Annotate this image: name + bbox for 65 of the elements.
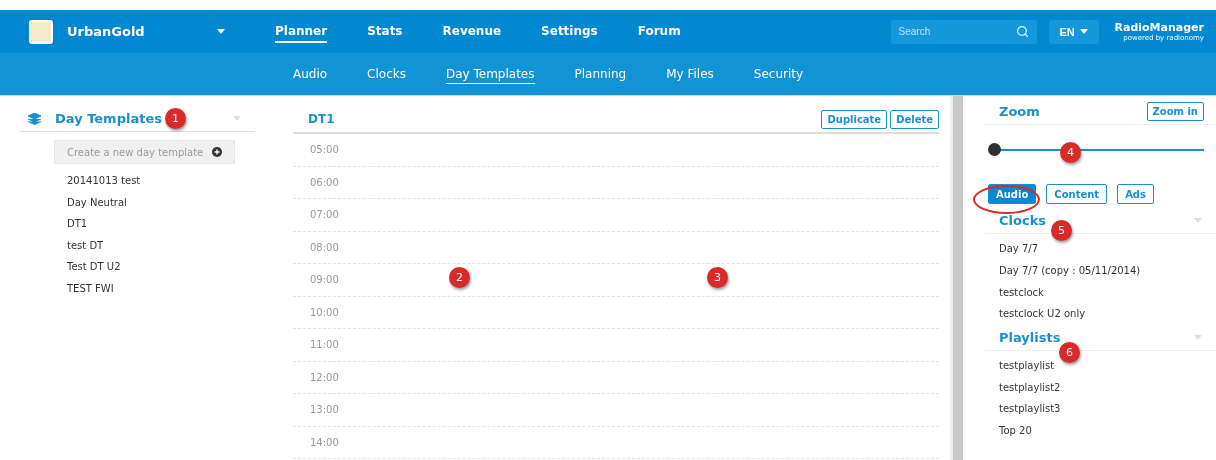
template-item[interactable]: 20141013 test — [20, 170, 255, 192]
filter-tab[interactable]: Ads — [1117, 184, 1154, 204]
sub-nav-tab[interactable]: Audio — [293, 64, 328, 84]
hour-label: 12:00 — [310, 371, 339, 383]
nav-tab[interactable]: Stats — [367, 20, 403, 43]
layers-icon — [28, 112, 41, 125]
scrollbar[interactable] — [950, 96, 963, 460]
nav-tab[interactable]: Revenue — [442, 20, 502, 43]
clock-item[interactable]: Day 7/7 (copy : 05/11/2014) — [999, 259, 1141, 282]
section-title: Day Templates — [55, 111, 162, 126]
callout-badge: 2 — [449, 267, 470, 288]
sub-nav-tab[interactable]: My Files — [666, 64, 714, 84]
sub-nav-tab[interactable]: Clocks — [367, 64, 406, 84]
filter-tab[interactable]: Audio — [988, 184, 1037, 204]
template-item[interactable]: Day Neutral — [20, 191, 255, 213]
nav-tab[interactable]: Settings — [541, 20, 598, 43]
caret-icon[interactable] — [217, 29, 225, 34]
template-title: DT1 — [308, 112, 336, 126]
hour-label: 07:00 — [310, 209, 339, 221]
clock-item[interactable]: Day 7/7 — [999, 238, 1039, 260]
create-template-button[interactable]: Create a new day template — [54, 140, 235, 164]
brand-name: RadioManager — [1114, 21, 1204, 34]
station-logo — [29, 19, 53, 44]
hour-label: 10:00 — [310, 306, 339, 318]
hour-label: 06:00 — [310, 176, 339, 188]
callout-badge: 1 — [165, 108, 186, 129]
hour-label: 05:00 — [310, 144, 339, 156]
hour-label: 08:00 — [310, 241, 339, 253]
action-button[interactable]: Delete — [890, 109, 939, 129]
template-item[interactable]: TEST FWI — [20, 277, 255, 299]
section-title: Playlists — [999, 329, 1061, 345]
playlist-item[interactable]: testplaylist — [999, 354, 1055, 377]
hour-label: 09:00 — [310, 274, 339, 286]
section-title: Clocks — [999, 213, 1047, 228]
clock-item[interactable]: testclock — [999, 281, 1044, 304]
clock-item[interactable]: testclock U2 only — [999, 303, 1086, 325]
search-field[interactable]: Search — [890, 19, 1037, 44]
zoom-in-button[interactable]: Zoom in — [1146, 102, 1204, 121]
template-item[interactable]: DT1 — [20, 213, 255, 235]
callout-badge: 6 — [1059, 342, 1080, 363]
slider-thumb[interactable] — [988, 143, 1001, 156]
sub-nav-tab[interactable]: Security — [753, 64, 804, 84]
callout-badge: 3 — [707, 267, 728, 288]
sub-nav-tab[interactable]: Planning — [574, 64, 627, 84]
language-button[interactable]: EN — [1048, 19, 1099, 44]
plus-icon — [212, 147, 222, 157]
playlist-item[interactable]: testplaylist3 — [999, 398, 1061, 420]
playlist-item[interactable]: Top 20 — [999, 419, 1032, 442]
action-button[interactable]: Duplicate — [821, 109, 888, 129]
station-name: UrbanGold — [67, 24, 146, 39]
nav-tab[interactable]: Forum — [637, 20, 681, 43]
template-item[interactable]: test DT — [20, 234, 255, 256]
nav-tab[interactable]: Planner — [275, 20, 328, 43]
template-item[interactable]: Test DT U2 — [20, 256, 255, 278]
callout-badge: 5 — [1051, 220, 1072, 241]
callout-badge: 4 — [1060, 142, 1081, 163]
filter-tab[interactable]: Content — [1046, 184, 1108, 204]
highlight-ring — [973, 185, 1040, 214]
search-icon[interactable] — [1015, 24, 1029, 38]
zoom-title: Zoom — [999, 104, 1041, 119]
hour-label: 11:00 — [310, 339, 339, 351]
sub-nav-tab[interactable]: Day Templates — [445, 64, 535, 84]
hour-label: 14:00 — [310, 436, 339, 448]
playlist-item[interactable]: testplaylist2 — [999, 376, 1061, 399]
hour-label: 13:00 — [310, 404, 339, 416]
